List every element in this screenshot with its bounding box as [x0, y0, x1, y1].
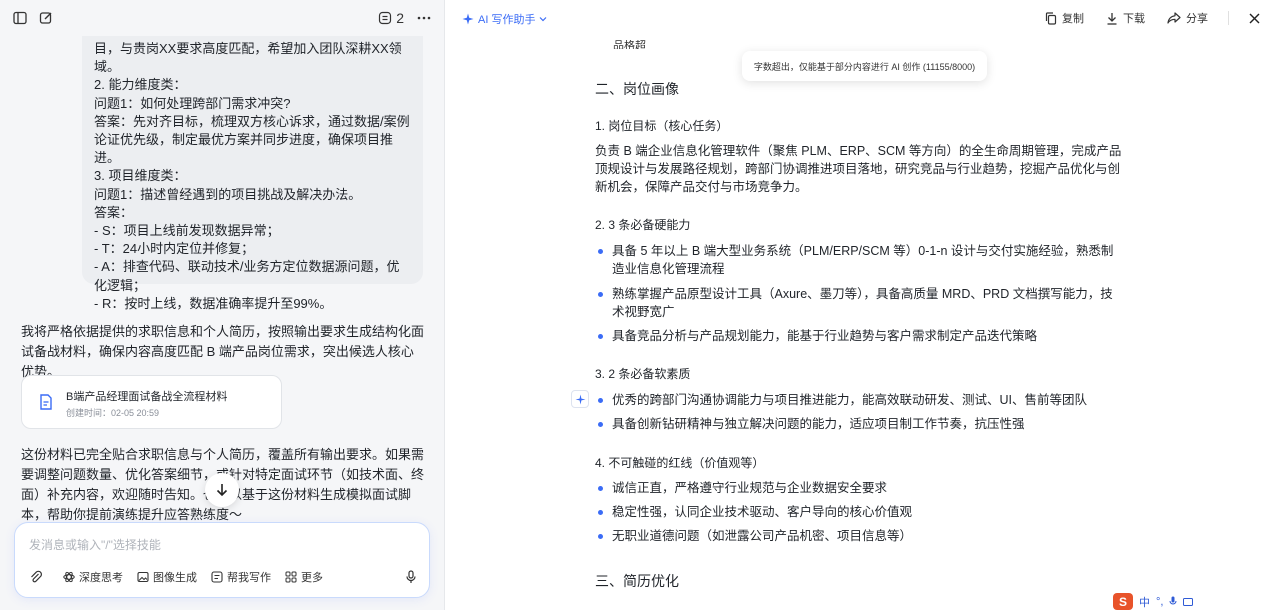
list-item: 无职业道德问题（如泄露公司产品机密、项目信息等） — [595, 527, 1125, 545]
list-item: 熟练掌握产品原型设计工具（Axure、墨刀等），具备高质量 MRD、PRD 文档… — [595, 285, 1125, 321]
download-button[interactable]: 下载 — [1106, 10, 1145, 26]
microphone-icon — [406, 570, 416, 583]
voice-input-button[interactable] — [405, 570, 417, 584]
image-icon — [137, 571, 149, 583]
arrow-down-icon — [216, 484, 228, 497]
scroll-to-bottom-button[interactable] — [205, 473, 239, 507]
copy-icon — [1045, 11, 1057, 25]
ime-keyboard-icon — [1183, 597, 1194, 606]
ime-language: 中 — [1139, 596, 1150, 609]
share-label: 分享 — [1186, 13, 1208, 25]
user-message-line: - T：24小时内定位并修复； — [94, 241, 255, 257]
sidebar-toggle-icon[interactable] — [10, 8, 30, 28]
more-tools-button[interactable]: 更多 — [285, 569, 323, 585]
document-card-created: 创建时间：02-05 20:59 — [66, 408, 160, 418]
user-message-line: - S：项目上线前发现数据异常； — [94, 223, 280, 239]
user-message-line: - A：排查代码、联动技术/业务方定位数据源问题，优化逻辑； — [94, 259, 400, 293]
user-message-line: 问题1：描述曾经遇到的项目挑战及解决办法。 — [94, 186, 362, 202]
ime-logo-icon: S — [1113, 593, 1133, 610]
word-limit-tooltip: 字数超出，仅能基于部分内容进行 AI 创作 (11155/8000) — [742, 51, 987, 81]
image-generation-button[interactable]: 图像生成 — [137, 569, 197, 585]
subsection-title-red-lines: 4. 不可触碰的红线（价值观等） — [595, 456, 765, 470]
ime-punctuation: °, — [1156, 595, 1164, 608]
sparkle-icon — [462, 13, 474, 25]
ai-writing-assistant-label: AI 写作助手 — [478, 14, 536, 26]
write-icon — [211, 571, 223, 583]
user-message-bubble: 目，与贵岗XX要求高度匹配，希望加入团队深耕XX领域。 2. 能力维度类： 问题… — [82, 36, 423, 311]
reference-icon — [379, 11, 392, 25]
document-panel: AI 写作助手 复制 下载 分享 品格超 字数超出，仅能基于部分内容进行 AI … — [445, 0, 1280, 610]
more-options-icon[interactable] — [414, 8, 434, 28]
list-item: 诚信正直，严格遵守行业规范与企业数据安全要求 — [595, 479, 1125, 497]
user-message-line: 问题1：如何处理跨部门需求冲突? — [94, 95, 291, 111]
user-message-line: 目，与贵岗XX要求高度匹配，希望加入团队深耕XX领域。 — [94, 41, 402, 75]
subsection-title-soft-skills: 3. 2 条必备软素质 — [595, 367, 691, 381]
atom-icon — [63, 571, 75, 583]
message-input[interactable] — [29, 535, 409, 555]
ime-toolbar[interactable]: S 中 °, — [1113, 593, 1194, 610]
list-item: 优秀的跨部门沟通协调能力与项目推进能力，能高效联动研发、测试、UI、售前等团队 — [595, 391, 1125, 409]
section-heading-job-profile: 二、岗位画像 — [595, 81, 679, 97]
document-card[interactable]: B端产品经理面试备战全流程材料 创建时间：02-05 20:59 — [21, 375, 282, 429]
user-message-line: 2. 能力维度类： — [94, 77, 187, 93]
composer-toolbar: 深度思考 图像生成 帮我写作 更多 — [29, 569, 417, 585]
chat-header: 2 — [0, 0, 444, 36]
paperclip-icon — [31, 570, 42, 583]
subsection-title-hard-skills: 2. 3 条必备硬能力 — [595, 218, 691, 232]
toolbar-divider — [1228, 11, 1229, 25]
close-icon — [1249, 13, 1260, 23]
reference-count[interactable]: 2 — [378, 10, 404, 26]
copy-button[interactable]: 复制 — [1045, 10, 1084, 26]
more-tools-label: 更多 — [301, 572, 323, 584]
help-write-label: 帮我写作 — [227, 572, 271, 584]
chevron-down-icon — [540, 17, 547, 22]
ime-mic-icon — [1169, 596, 1177, 605]
image-generation-label: 图像生成 — [153, 572, 197, 584]
download-icon — [1107, 12, 1117, 25]
list-item: 稳定性强，认同企业技术驱动、客户导向的核心价值观 — [595, 503, 1125, 521]
copy-label: 复制 — [1062, 13, 1084, 25]
partial-text-line: 品格超 — [613, 40, 646, 49]
sparkle-plus-icon — [575, 394, 585, 404]
assistant-reply-intro: 我将严格依据提供的求职信息和个人简历，按照输出要求生成结构化面试备战材料，确保内… — [21, 324, 425, 379]
user-message-line: - R：按时上线，数据准确率提升至99%。 — [94, 295, 333, 311]
document-toolbar: AI 写作助手 复制 下载 分享 — [445, 0, 1280, 36]
list-item: 具备竞品分析与产品规划能力，能基于行业趋势与客户需求制定产品迭代策略 — [595, 327, 1125, 345]
document-card-title: B端产品经理面试备战全流程材料 — [66, 391, 228, 403]
download-label: 下载 — [1123, 13, 1145, 25]
deep-think-button[interactable]: 深度思考 — [63, 569, 123, 585]
list-item: 具备创新钻研精神与独立解决问题的能力，适应项目制工作节奏，抗压性强 — [595, 415, 1125, 433]
app-window: 2 目，与贵岗XX要求高度匹配，希望加入团队深耕XX领域。 2. 能力维度类： … — [0, 0, 1280, 610]
user-message-line: 答案：先对齐目标，梳理双方核心诉求，通过数据/案例论证优先级，制定最优方案并同步… — [94, 113, 410, 166]
help-write-button[interactable]: 帮我写作 — [211, 569, 271, 585]
insert-block-button[interactable] — [571, 390, 589, 408]
message-composer: 深度思考 图像生成 帮我写作 更多 — [14, 522, 430, 598]
user-message-line: 答案： — [94, 204, 134, 220]
share-icon — [1167, 12, 1181, 24]
new-chat-icon[interactable] — [36, 8, 56, 28]
share-button[interactable]: 分享 — [1167, 10, 1208, 26]
chat-panel: 2 目，与贵岗XX要求高度匹配，希望加入团队深耕XX领域。 2. 能力维度类： … — [0, 0, 445, 610]
subsection-title-job-goal: 1. 岗位目标（核心任务） — [595, 119, 729, 133]
ai-writing-assistant-button[interactable]: AI 写作助手 — [462, 11, 547, 27]
attach-button[interactable] — [29, 570, 43, 584]
job-goal-paragraph: 负责 B 端企业信息化管理软件（聚焦 PLM、ERP、SCM 等方向）的全生命周… — [595, 144, 1122, 194]
document-icon — [39, 394, 53, 415]
section-heading-resume-optimization: 三、简历优化 — [595, 573, 679, 589]
list-item: 具备 5 年以上 B 端大型业务系统（PLM/ERP/SCM 等）0-1-n 设… — [595, 242, 1125, 278]
user-message-line: 3. 项目维度类： — [94, 168, 187, 184]
grid-icon — [285, 571, 297, 583]
deep-think-label: 深度思考 — [79, 572, 123, 584]
reference-count-value: 2 — [396, 10, 404, 26]
close-button[interactable] — [1249, 13, 1260, 24]
